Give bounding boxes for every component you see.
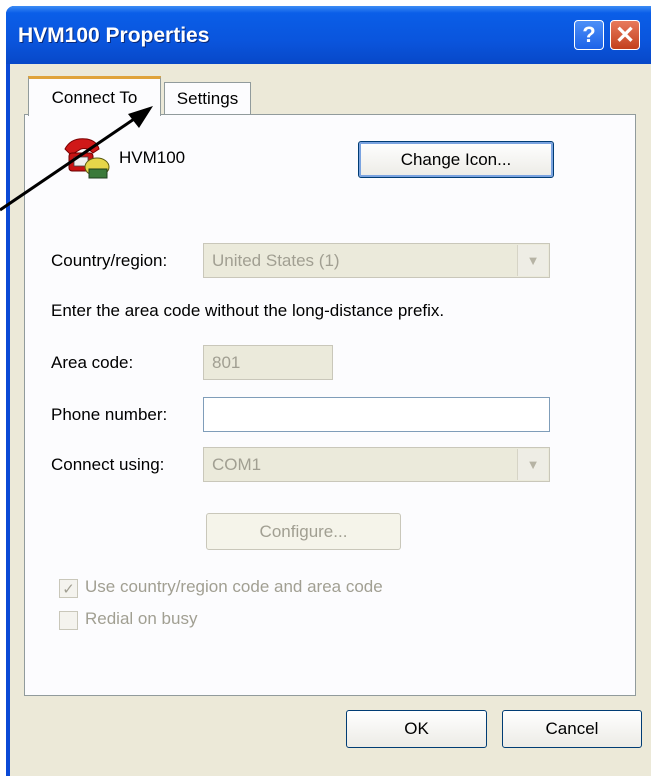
area-code-input[interactable]: 801 xyxy=(203,345,333,380)
phone-number-input[interactable] xyxy=(203,397,550,432)
help-button[interactable]: ? xyxy=(574,20,604,50)
tab-panel: HVM100 Change Icon... Country/region: Un… xyxy=(24,114,636,696)
redial-on-busy-label: Redial on busy xyxy=(85,609,198,628)
ok-label: OK xyxy=(404,719,429,738)
country-region-select[interactable]: United States (1) ▼ xyxy=(203,243,550,278)
cancel-label: Cancel xyxy=(545,719,599,738)
change-icon-button[interactable]: Change Icon... xyxy=(358,141,554,178)
title-bar[interactable]: HVM100 Properties ? ✕ xyxy=(6,6,651,64)
dropdown-arrow-icon: ▼ xyxy=(517,449,548,480)
close-icon: ✕ xyxy=(614,21,636,49)
cancel-button[interactable]: Cancel xyxy=(502,710,642,748)
redial-on-busy-checkbox[interactable] xyxy=(59,611,78,630)
connect-using-select[interactable]: COM1 ▼ xyxy=(203,447,550,482)
use-country-code-checkbox[interactable]: ✓ xyxy=(59,579,78,598)
ok-button[interactable]: OK xyxy=(346,710,487,748)
change-icon-label: Change Icon... xyxy=(400,149,512,169)
configure-label: Configure... xyxy=(259,521,348,541)
connection-name: HVM100 xyxy=(119,148,186,167)
tab-connect-to[interactable]: Connect To xyxy=(28,76,161,116)
area-code-value: 801 xyxy=(212,352,241,372)
tab-label: Connect To xyxy=(51,87,138,107)
question-icon: ? xyxy=(582,22,596,47)
configure-button[interactable]: Configure... xyxy=(206,513,401,550)
properties-dialog: HVM100 Properties ? ✕ Connect To Setting… xyxy=(6,6,651,776)
tab-settings[interactable]: Settings xyxy=(164,82,251,114)
checkmark-icon: ✓ xyxy=(62,580,75,598)
phone-number-label: Phone number: xyxy=(51,405,168,424)
country-region-value: United States (1) xyxy=(212,250,340,270)
country-region-label: Country/region: xyxy=(51,251,168,270)
dialog-client-area: Connect To Settings HVM100 Change Icon..… xyxy=(10,64,651,776)
area-code-instructions: Enter the area code without the long-dis… xyxy=(51,301,445,320)
tab-label: Settings xyxy=(176,88,239,108)
close-button[interactable]: ✕ xyxy=(610,20,640,50)
use-country-code-label: Use country/region code and area code xyxy=(85,577,383,596)
area-code-label: Area code: xyxy=(51,353,134,372)
dropdown-arrow-icon: ▼ xyxy=(517,245,548,276)
window-title: HVM100 Properties xyxy=(18,24,210,47)
telephone-icon xyxy=(64,138,110,179)
connect-using-label: Connect using: xyxy=(51,455,165,474)
connect-using-value: COM1 xyxy=(212,454,262,474)
